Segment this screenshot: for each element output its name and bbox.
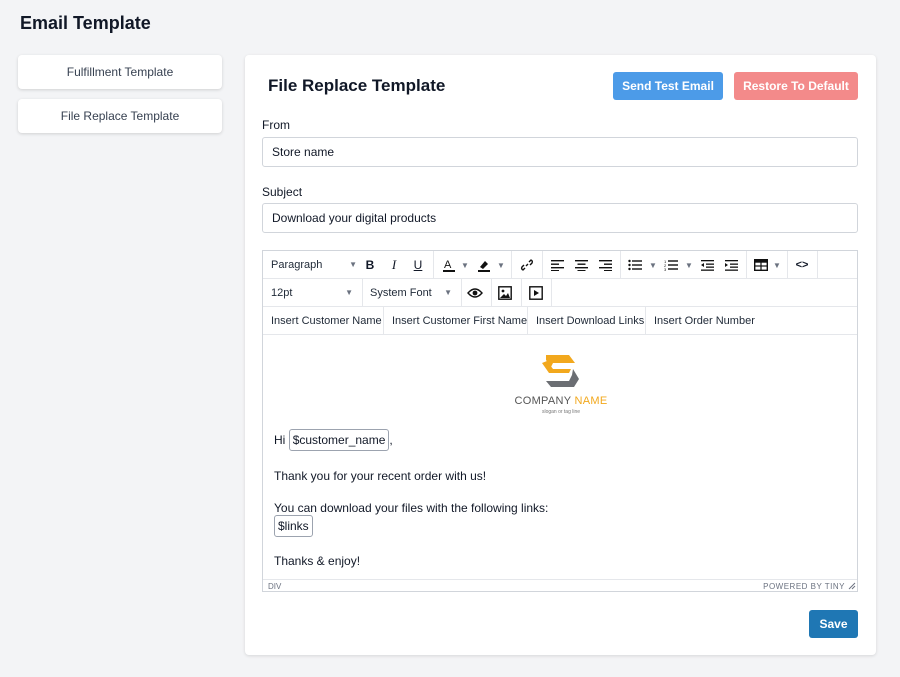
- insert-download-links-button[interactable]: Insert Download Links: [528, 307, 646, 334]
- chevron-down-icon[interactable]: ▼: [456, 256, 474, 274]
- underline-icon[interactable]: U: [409, 256, 427, 274]
- toolbar-divider: [746, 251, 747, 278]
- toolbar-divider: [551, 279, 552, 306]
- outdent-icon[interactable]: [698, 256, 716, 274]
- svg-text:A: A: [444, 259, 452, 271]
- insert-buttons-row: Insert Customer Name Insert Customer Fir…: [263, 307, 857, 335]
- editor-status-bar: DIV POWERED BY TINY: [263, 579, 857, 591]
- bold-icon[interactable]: B: [361, 256, 379, 274]
- align-right-icon[interactable]: [596, 256, 614, 274]
- thank-you-line: Thank you for your recent order with us!: [274, 469, 487, 483]
- font-family-value: System Font: [370, 286, 432, 299]
- toolbar-divider: [433, 251, 434, 278]
- chevron-down-icon[interactable]: ▼: [644, 256, 662, 274]
- chevron-down-icon[interactable]: ▼: [680, 256, 698, 274]
- sidebar-item-fulfillment-template[interactable]: Fulfillment Template: [18, 55, 222, 89]
- preview-eye-icon[interactable]: [466, 284, 484, 302]
- closing-line: Thanks & enjoy!: [274, 554, 361, 568]
- toolbar-divider: [542, 251, 543, 278]
- font-family-select[interactable]: System Font ▼: [370, 279, 454, 306]
- toolbar-divider: [461, 279, 462, 306]
- toolbar-divider: [620, 251, 621, 278]
- block-format-value: Paragraph: [271, 258, 323, 271]
- toolbar-divider: [362, 279, 363, 306]
- from-label: From: [262, 118, 290, 132]
- chevron-down-icon[interactable]: ▼: [768, 256, 786, 274]
- toolbar-divider: [511, 251, 512, 278]
- indent-icon[interactable]: [722, 256, 740, 274]
- numbered-list-icon[interactable]: 123: [662, 256, 680, 274]
- greeting-comma: ,: [389, 433, 393, 447]
- logo-company-name-part2: NAME: [574, 395, 608, 407]
- italic-icon[interactable]: I: [385, 256, 403, 274]
- download-info-line: You can download your files with the fol…: [274, 501, 549, 515]
- font-size-select[interactable]: 12pt ▼: [271, 279, 355, 306]
- from-field[interactable]: Store name: [262, 137, 858, 167]
- customer-name-variable[interactable]: $customer_name: [288, 429, 390, 451]
- editor-content[interactable]: COMPANY NAME slogan or tag line Hi $cust…: [263, 335, 857, 579]
- subject-label: Subject: [262, 185, 303, 199]
- toolbar-row-2: 12pt ▼ System Font ▼: [263, 279, 857, 307]
- toolbar-divider: [521, 279, 522, 306]
- resize-handle-icon[interactable]: [848, 582, 856, 590]
- rich-text-editor: Paragraph ▼ B I U A ▼ ▼ ▼ 1 2 3 ▼ ▼ <> 1…: [262, 250, 858, 592]
- align-center-icon[interactable]: [572, 256, 590, 274]
- template-card: File Replace Template Send Test Email Re…: [245, 55, 876, 655]
- insert-customer-first-name-button[interactable]: Insert Customer First Name: [384, 307, 528, 334]
- chevron-down-icon: ▼: [444, 288, 452, 297]
- powered-by-link[interactable]: POWERED BY TINY: [763, 582, 845, 591]
- toolbar-divider: [491, 279, 492, 306]
- element-path[interactable]: DIV: [268, 582, 281, 591]
- link-icon[interactable]: [518, 256, 536, 274]
- source-code-icon[interactable]: <>: [793, 256, 811, 274]
- bullet-list-icon[interactable]: [626, 256, 644, 274]
- chevron-down-icon: ▼: [349, 260, 357, 269]
- toolbar-divider: [787, 251, 788, 278]
- greeting-line: Hi $customer_name,: [274, 429, 393, 451]
- page-title: Email Template: [20, 13, 151, 33]
- company-logo-mark-icon: [542, 355, 579, 387]
- image-icon[interactable]: [496, 284, 514, 302]
- links-line: $links: [274, 515, 313, 537]
- card-title: File Replace Template: [268, 76, 446, 95]
- align-left-icon[interactable]: [548, 256, 566, 274]
- block-format-select[interactable]: Paragraph ▼: [271, 251, 359, 278]
- chevron-down-icon[interactable]: ▼: [492, 256, 510, 274]
- toolbar-row-1: Paragraph ▼ B I U A ▼ ▼ ▼ 1 2 3 ▼ ▼ <>: [263, 251, 857, 279]
- highlight-color-icon[interactable]: [475, 256, 493, 274]
- logo-tagline: slogan or tag line: [541, 409, 581, 415]
- company-logo: COMPANY NAME slogan or tag line: [513, 353, 609, 418]
- send-test-email-button[interactable]: Send Test Email: [613, 72, 723, 100]
- font-size-value: 12pt: [271, 286, 293, 299]
- chevron-down-icon: ▼: [345, 288, 353, 297]
- sidebar-item-file-replace-template[interactable]: File Replace Template: [18, 99, 222, 133]
- subject-field[interactable]: Download your digital products: [262, 203, 858, 233]
- media-play-icon[interactable]: [527, 284, 545, 302]
- insert-customer-name-button[interactable]: Insert Customer Name: [263, 307, 383, 334]
- greeting-text: Hi: [274, 433, 286, 447]
- save-button[interactable]: Save: [809, 610, 858, 638]
- toolbar-divider: [817, 251, 818, 278]
- restore-default-button[interactable]: Restore To Default: [734, 72, 858, 100]
- logo-company-name-part1: COMPANY: [514, 395, 572, 407]
- insert-order-number-button[interactable]: Insert Order Number: [646, 307, 766, 334]
- svg-text:3: 3: [664, 267, 667, 271]
- links-variable[interactable]: $links: [274, 515, 313, 537]
